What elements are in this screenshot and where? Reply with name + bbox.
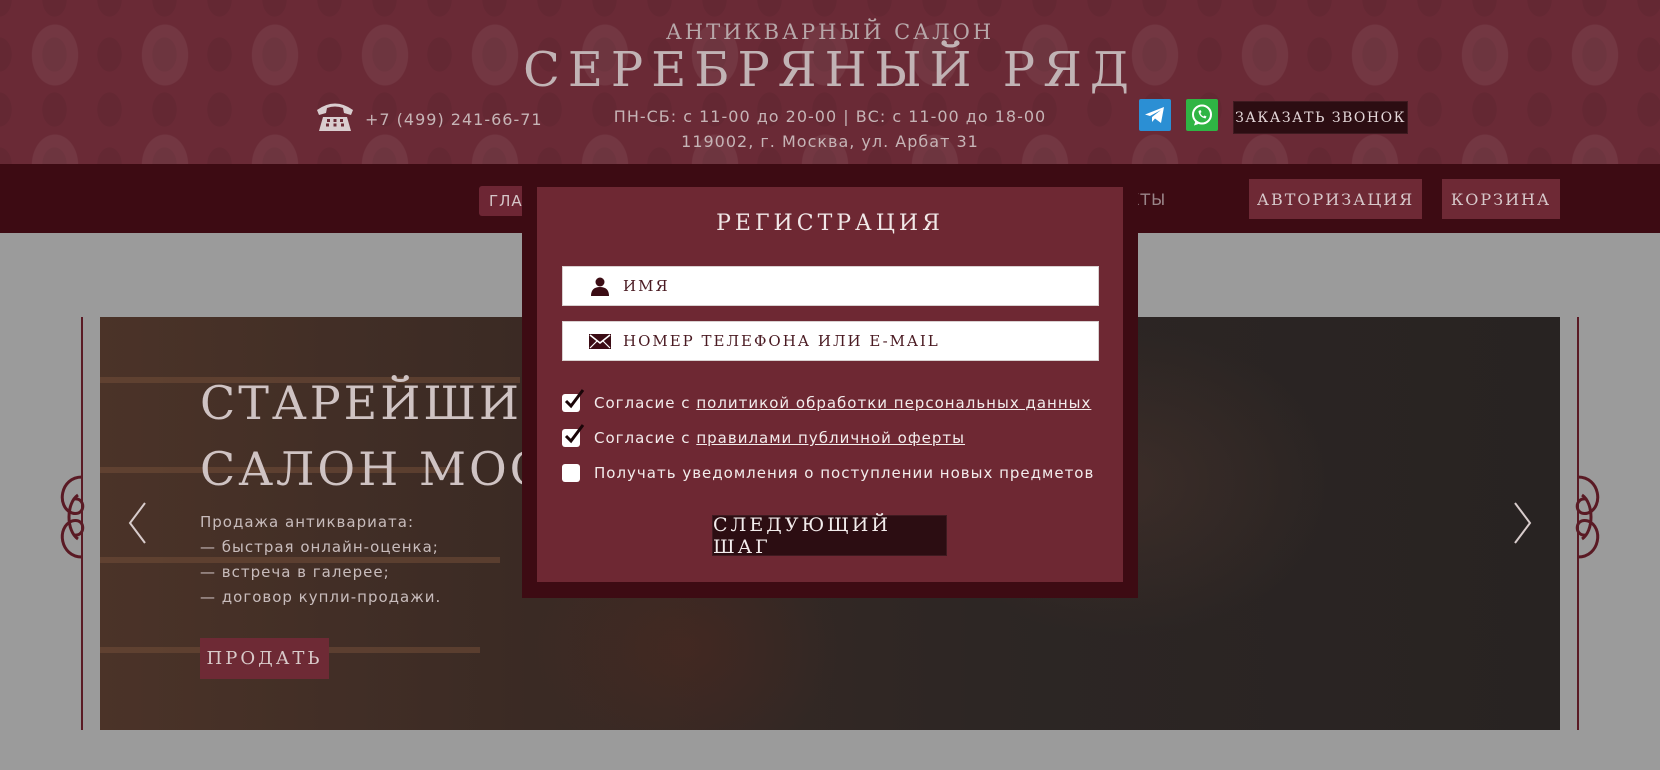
chevron-left-icon[interactable] [125,500,149,546]
consent-personal-checkbox[interactable] [562,389,585,412]
nav-item-authorization[interactable]: Авторизация [1249,179,1422,219]
telegram-icon[interactable] [1139,99,1171,131]
checkmark-icon [564,389,585,409]
modal-title: Регистрация [716,211,944,236]
phone-icon [317,103,353,131]
slide-title: Старейший салон Мос [200,376,566,496]
slide-line: Продажа антиквариата: [200,513,415,531]
consent-offer-checkbox[interactable] [562,424,585,447]
consent-prefix: Согласие с [594,429,697,447]
consent-prefix: Согласие с [594,394,697,412]
slide-line: — встреча в галерее; [200,563,390,581]
nav-item-cart[interactable]: Корзина [1442,179,1560,219]
name-input[interactable] [623,267,1093,305]
slide-description: Продажа антиквариата: — быстрая онлайн-о… [200,510,441,610]
contact-field[interactable] [562,321,1099,361]
address: 119002, г. Москва, ул. Арбат 31 [681,132,979,151]
brand-title[interactable]: Серебряный ряд [0,42,1660,98]
public-offer-link[interactable]: правилами публичной оферты [696,429,965,447]
consent-personal-label: Согласие с политикой обработки персональ… [594,394,1091,412]
sell-button[interactable]: Продать [200,638,329,679]
checkmark-icon [564,424,585,444]
brand-subtitle: Антикварный салон [665,20,995,44]
slide-line: — договор купли-продажи. [200,588,442,606]
slider-ornament-left [60,317,85,730]
next-step-button[interactable]: Следующий шаг [712,514,947,558]
request-call-button[interactable]: Заказать звонок [1233,101,1408,134]
privacy-policy-link[interactable]: политикой обработки персональных данных [696,394,1091,412]
envelope-icon [589,334,611,349]
notifications-checkbox[interactable] [562,464,580,482]
consent-personal-row: Согласие с политикой обработки персональ… [562,389,1091,412]
user-icon [591,277,609,296]
consent-offer-row: Согласие с правилами публичной оферты [562,424,965,447]
contact-input[interactable] [623,322,1093,360]
whatsapp-icon[interactable] [1186,99,1218,131]
slider-ornament-right [1575,317,1600,730]
nav-item-home[interactable]: ГЛАВНАЯ [479,186,525,216]
notifications-label: Получать уведомления о поступлении новых… [594,464,1095,482]
consent-offer-label: Согласие с правилами публичной оферты [594,429,965,447]
slide-line: — быстрая онлайн-оценка; [200,538,439,556]
phone-number[interactable]: +7 (499) 241-66-71 [365,110,543,129]
opening-hours: ПН-СБ: с 11-00 до 20-00 | ВС: с 11-00 до… [613,107,1047,126]
chevron-right-icon[interactable] [1511,500,1535,546]
notifications-row: Получать уведомления о поступлении новых… [562,464,1094,482]
name-field[interactable] [562,266,1099,306]
